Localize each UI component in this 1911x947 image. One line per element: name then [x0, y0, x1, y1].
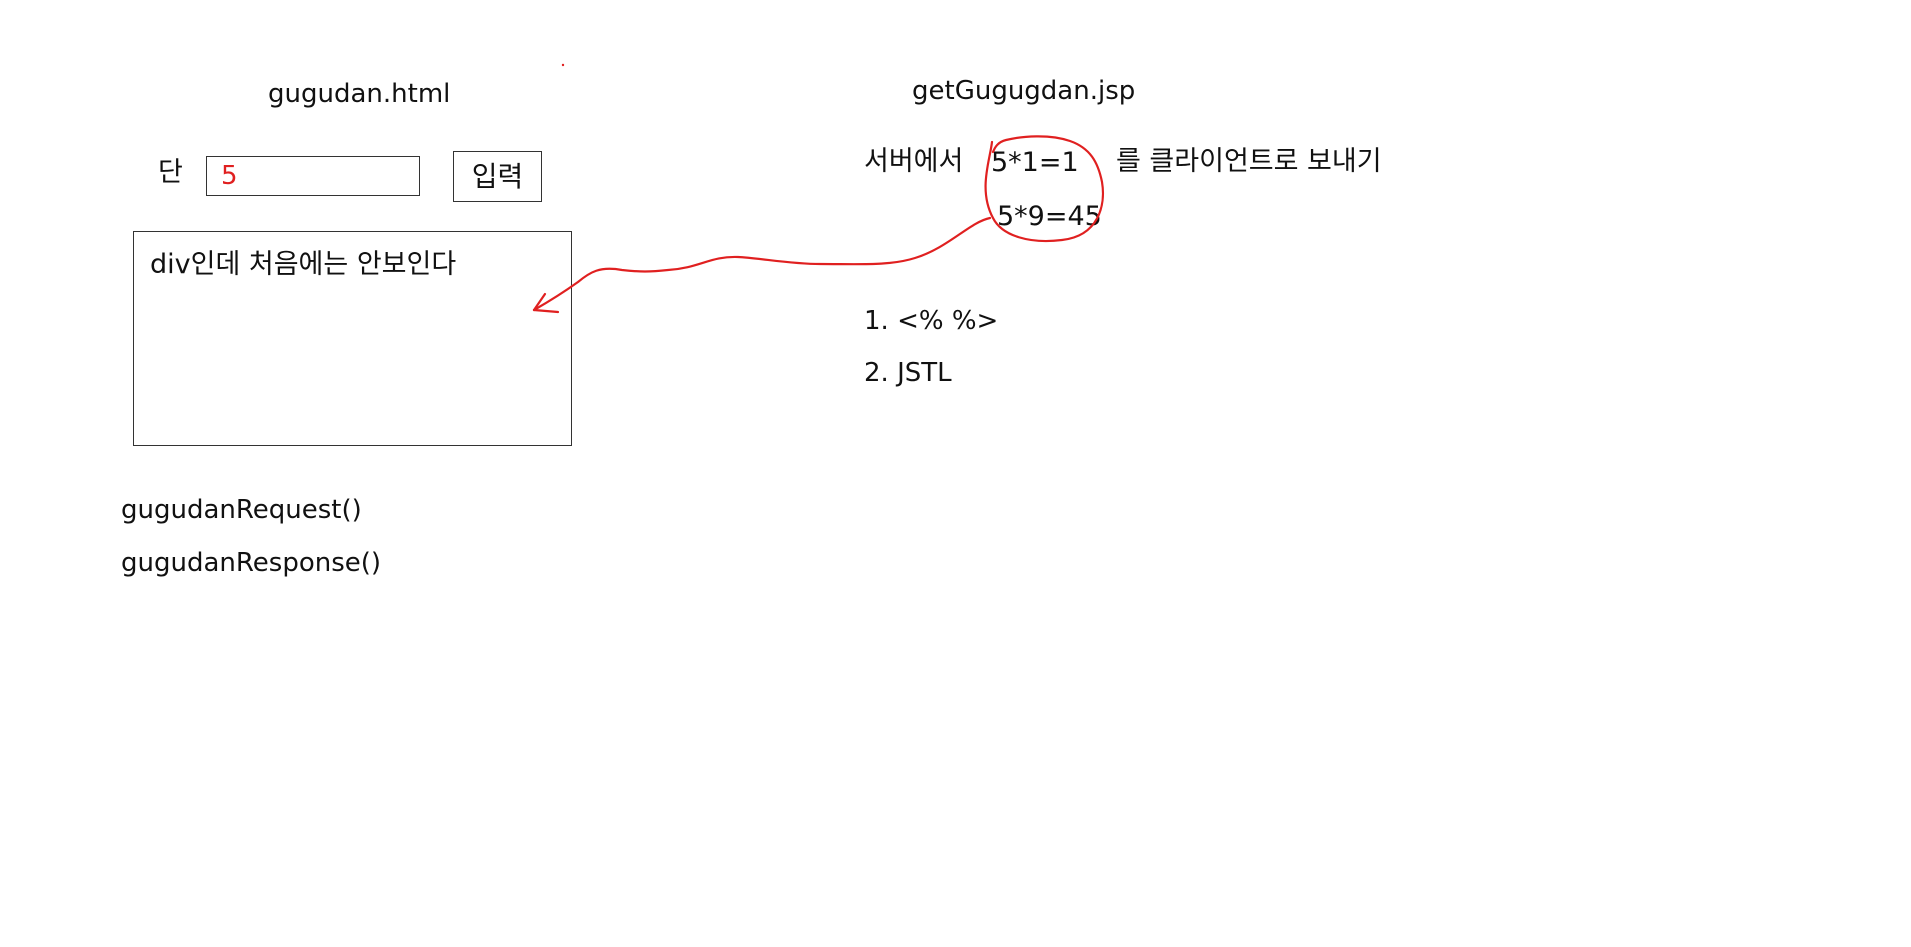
red-dot-mark: [561, 63, 565, 67]
function-request: gugudanRequest(): [121, 495, 362, 525]
method-item-1: 1. <% %>: [864, 306, 999, 336]
send-suffix-text: 를 클라이언트로 보내기: [1116, 146, 1382, 177]
red-hand-drawn-arrow-icon: [532, 216, 992, 314]
method-item-2: 2. JSTL: [864, 358, 952, 388]
expression-first: 5*1=1: [991, 147, 1079, 178]
result-div-text: div인데 처음에는 안보인다: [150, 249, 457, 280]
expression-last: 5*9=45: [997, 201, 1102, 232]
left-title: gugudan.html: [268, 79, 451, 109]
annotation-layer: [532, 63, 1104, 314]
dan-input[interactable]: 5: [206, 156, 420, 196]
right-title: getGugugdan.jsp: [912, 76, 1136, 106]
send-prefix-text: 서버에서: [864, 146, 964, 177]
function-response: gugudanResponse(): [121, 548, 382, 578]
input-button[interactable]: 입력: [453, 151, 542, 202]
dan-label: 단: [158, 157, 183, 188]
